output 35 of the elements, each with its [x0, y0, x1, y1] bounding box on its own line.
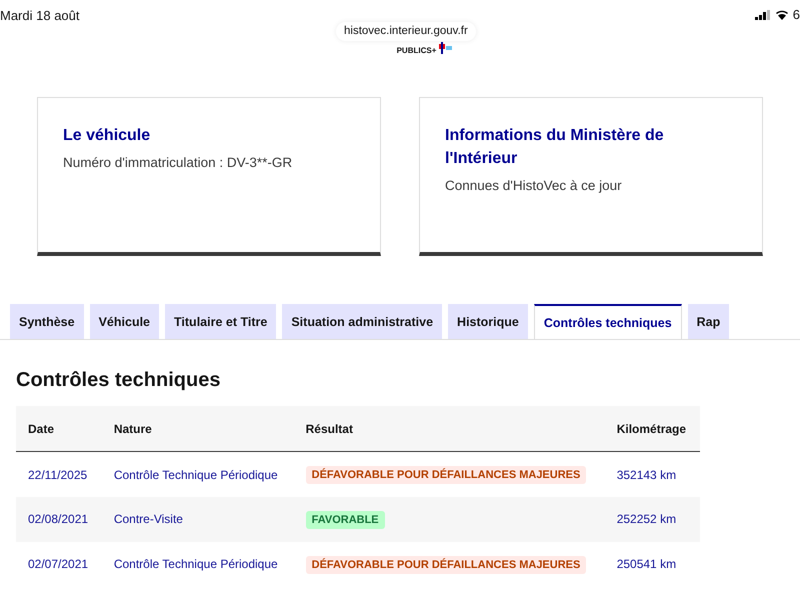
mileage-cell: 252252 km [604, 496, 700, 542]
card-text: Numéro d'immatriculation : DV-3**-GR [63, 154, 294, 172]
battery-percentage: 6 [792, 6, 800, 24]
flag-logo-icon [439, 42, 454, 54]
status-date: Mardi 18 août [0, 7, 80, 25]
signal-icon [754, 10, 771, 20]
date-cell: 22/11/2025 [16, 452, 102, 497]
result-tag: DÉFAVORABLE POUR DÉFAILLANCES MAJEURES [306, 556, 586, 574]
tab[interactable]: Rap [688, 304, 730, 339]
card-title: Informations du Ministère de l'Intérieur [445, 126, 665, 170]
column-header: Résultat [294, 406, 605, 452]
nature-cell: Contrôle Technique Périodique [102, 542, 294, 587]
tab[interactable]: Titulaire et Titre [165, 304, 276, 339]
result-tag: DÉFAVORABLE POUR DÉFAILLANCES MAJEURES [306, 466, 586, 484]
tab[interactable]: Historique [448, 304, 528, 339]
mileage-cell: 250541 km [604, 542, 700, 587]
url-bar[interactable]: histovec.interieur.gouv.fr [336, 22, 476, 42]
section-title: Contrôles techniques [16, 368, 222, 392]
card-title: Le véhicule [63, 126, 152, 146]
column-header: Nature [102, 406, 294, 452]
card-text: Connues d'HistoVec à ce jour [445, 177, 623, 196]
mileage-cell: 352143 km [604, 452, 700, 497]
column-header: Kilométrage [604, 406, 700, 452]
column-header: Date [16, 406, 102, 452]
tab[interactable]: Synthèse [10, 304, 84, 339]
tab[interactable]: Situation administrative [282, 304, 442, 339]
date-cell: 02/08/2021 [16, 496, 102, 542]
logo-text: PUBLICS+ [396, 47, 436, 57]
result-tag: FAVORABLE [306, 510, 385, 529]
tab[interactable]: Contrôles techniques [534, 304, 682, 339]
nature-cell: Contrôle Technique Périodique [102, 452, 294, 497]
wifi-icon [774, 9, 789, 20]
date-cell: 02/07/2021 [16, 542, 102, 587]
nature-cell: Contre-Visite [102, 496, 294, 542]
tab[interactable]: Véhicule [90, 304, 160, 339]
